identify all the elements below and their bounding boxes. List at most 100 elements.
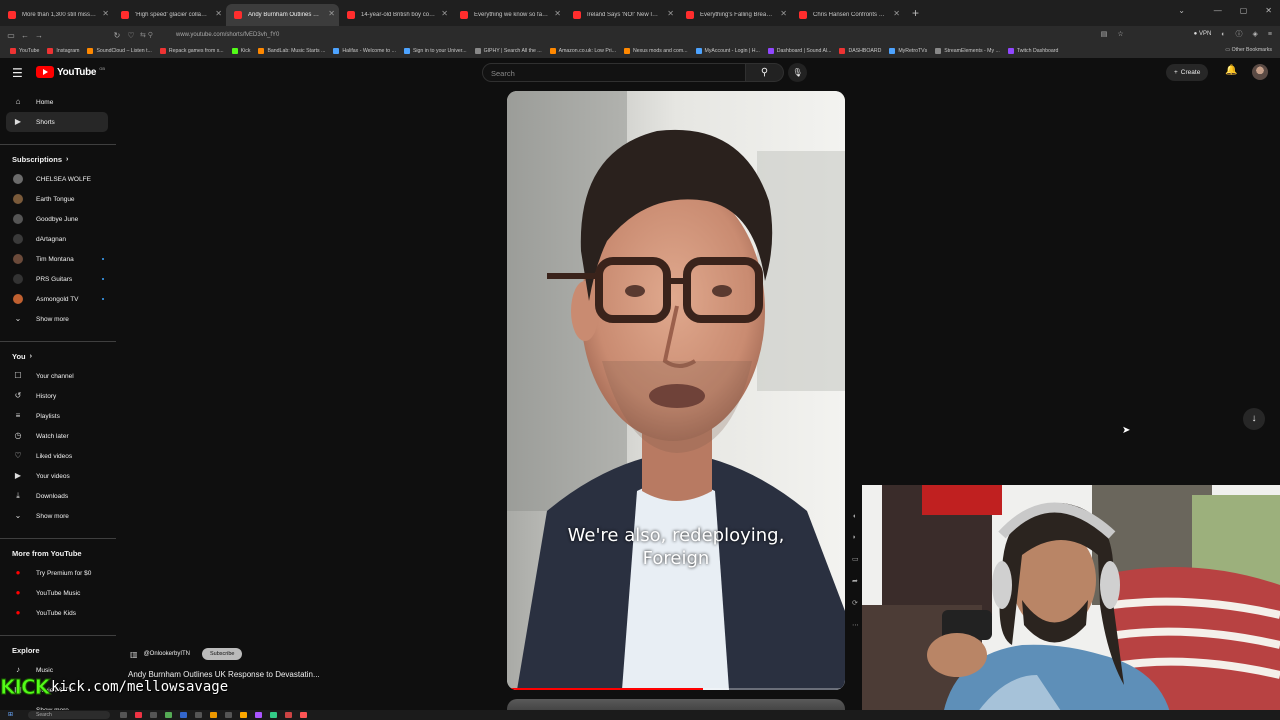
maximize-icon[interactable]: ▢ — [1240, 6, 1248, 15]
bookmark-item[interactable]: Dashboard | Sound Al... — [767, 48, 831, 54]
reader-icon[interactable]: ▤ — [1101, 30, 1108, 38]
star-icon[interactable]: ☆ — [1117, 30, 1123, 38]
browser-tab[interactable]: Everything we know so far abo... ✕ — [452, 4, 565, 26]
show-more-you[interactable]: ⌄ Show more — [6, 506, 108, 526]
close-tab-icon[interactable]: ✕ — [215, 9, 222, 18]
create-button[interactable]: + Create — [1166, 64, 1209, 81]
bookmark-item[interactable]: Instagram — [47, 48, 79, 54]
sidebar-subscription-item[interactable]: CHELSEA WOLFE — [6, 169, 108, 189]
close-tab-icon[interactable]: ✕ — [554, 9, 561, 18]
browser-tab[interactable]: Everything's Falling Breakdown ✕ — [678, 4, 791, 26]
you-heading[interactable]: You › — [0, 346, 118, 366]
browser-tab[interactable]: More than 1,300 still missing af... ✕ — [0, 4, 113, 26]
sidebar-item[interactable]: ● Try Premium for $0 — [6, 563, 108, 583]
close-tab-icon[interactable]: ✕ — [441, 9, 448, 18]
sidebar-item-shorts[interactable]: ▶ Shorts — [6, 112, 108, 132]
bookmark-item[interactable]: DASHBOARD — [839, 48, 881, 54]
sidebar-item[interactable]: ↺ History — [6, 386, 108, 406]
forward-icon[interactable]: → — [32, 31, 46, 40]
bookmark-item[interactable]: Halifax - Welcome to ... — [333, 48, 396, 54]
bookmark-item[interactable]: BandLab: Music Starts ... — [258, 48, 325, 54]
notifications-bell-icon[interactable]: 🔔 — [1225, 65, 1237, 76]
taskbar-app-icon[interactable] — [225, 712, 232, 718]
short-video-player[interactable]: We're also, redeploying, Foreign — [507, 91, 845, 690]
sidebar-subscription-item[interactable]: PRS Guitars — [6, 269, 108, 289]
taskbar-app-icon[interactable] — [195, 712, 202, 718]
close-tab-icon[interactable]: ✕ — [102, 9, 109, 18]
tab-list-icon[interactable]: ⌄ — [1178, 6, 1185, 15]
taskbar-app-icon[interactable] — [135, 712, 142, 718]
sidebar-subscription-item[interactable]: Goodbye June — [6, 209, 108, 229]
browser-tab[interactable]: Chris Hansen Confronts EDP44... ✕ — [791, 4, 904, 26]
sidebar-item[interactable]: ☐ Your channel — [6, 366, 108, 386]
close-tab-icon[interactable]: ✕ — [893, 9, 900, 18]
sidebar-item[interactable]: ⤓ Downloads — [6, 486, 108, 506]
taskbar-app-icon[interactable] — [120, 712, 127, 718]
bookmark-item[interactable]: StreamElements - My ... — [935, 48, 1000, 54]
channel-handle[interactable]: @OnlookerbyITN — [144, 651, 190, 657]
back-icon[interactable]: ← — [18, 31, 32, 40]
bookmark-item[interactable]: Kick — [231, 48, 250, 54]
url-field[interactable]: ⇆ ⚲ www.youtube.com/shorts/fvED3vh_fY0 — [134, 28, 1084, 42]
sidebar-subscription-item[interactable]: dArtagnan — [6, 229, 108, 249]
other-bookmarks[interactable]: ▭ Other Bookmarks — [1225, 47, 1272, 53]
bookmark-item[interactable]: Nexus mods and com... — [624, 48, 688, 54]
taskbar-app-icon[interactable] — [255, 712, 262, 718]
search-button[interactable]: ⚲ — [746, 63, 784, 82]
bookmark-item[interactable]: YouTube — [10, 48, 39, 54]
bookmark-item[interactable]: GIPHY | Search All the ... — [474, 48, 542, 54]
subscribe-button[interactable]: Subscribe — [202, 648, 243, 660]
taskbar-app-icon[interactable] — [180, 712, 187, 718]
youtube-logo[interactable]: YouTube GB — [36, 66, 105, 78]
bookmark-item[interactable]: SoundCloud – Listen t... — [87, 48, 152, 54]
next-short-arrow-icon[interactable]: ↓ — [1243, 408, 1265, 430]
taskbar-app-icon[interactable] — [300, 712, 307, 718]
start-icon[interactable]: ⊞ — [8, 711, 13, 718]
video-progress-bar[interactable] — [507, 688, 845, 690]
browser-tab[interactable]: 'High speed' glacier collapse co... ✕ — [113, 4, 226, 26]
channel-avatar-icon[interactable]: ▥ — [130, 650, 138, 659]
sidebar-subscription-item[interactable]: Earth Tongue — [6, 189, 108, 209]
sidebar-item[interactable]: ▶ Your videos — [6, 466, 108, 486]
bookmark-item[interactable]: Repack games from x... — [159, 48, 224, 54]
close-tab-icon[interactable]: ✕ — [667, 9, 674, 18]
close-window-icon[interactable]: ✕ — [1265, 6, 1272, 15]
taskbar-app-icon[interactable] — [270, 712, 277, 718]
close-tab-icon[interactable]: ✕ — [328, 9, 335, 18]
voice-search-icon[interactable]: 🎙 — [788, 63, 807, 82]
sidebar-subscription-item[interactable]: Tim Montana — [6, 249, 108, 269]
search-input[interactable]: Search — [482, 63, 746, 82]
vpn-button[interactable]: ● VPN — [1194, 31, 1212, 37]
bookmark-item[interactable]: MyAccount - Login | H... — [695, 48, 760, 54]
bookmark-item[interactable]: Amazon.co.uk: Low Pri... — [549, 48, 616, 54]
sidebar-subscription-item[interactable]: Asmongold TV — [6, 289, 108, 309]
browser-tab[interactable]: 14-year-old British boy confir... ✕ — [339, 4, 452, 26]
browser-tab[interactable]: Andy Burnham Outlines UK Re... ✕ — [226, 4, 339, 26]
extensions-icon[interactable]: ◈ — [1253, 30, 1258, 38]
menu-icon[interactable]: ≡ — [1268, 31, 1272, 38]
guide-menu-icon[interactable]: ☰ — [12, 66, 23, 80]
taskbar-app-icon[interactable] — [240, 712, 247, 718]
account-avatar[interactable] — [1252, 64, 1268, 80]
taskbar-app-icon[interactable] — [165, 712, 172, 718]
new-tab-button[interactable]: + — [912, 6, 919, 20]
wallet-icon[interactable]: ◐ — [1221, 31, 1225, 38]
site-info-icon[interactable]: ⇆ ⚲ — [140, 31, 153, 39]
sidebar-item[interactable]: ♡ Liked videos — [6, 446, 108, 466]
sidebar-item[interactable]: ≡ Playlists — [6, 406, 108, 426]
minimize-icon[interactable]: — — [1214, 6, 1222, 15]
sidebar-item-home[interactable]: ⌂ Home — [6, 92, 108, 112]
taskbar-search[interactable]: Search — [28, 711, 110, 719]
reload-icon[interactable]: ↻ — [110, 31, 124, 40]
sidebar-item[interactable]: ● YouTube Music — [6, 583, 108, 603]
browser-tab[interactable]: Ireland Says 'NO!' New IRA To I... ✕ — [565, 4, 678, 26]
show-more-subscriptions[interactable]: ⌄ Show more — [6, 309, 108, 329]
close-tab-icon[interactable]: ✕ — [780, 9, 787, 18]
subscriptions-heading[interactable]: Subscriptions › — [0, 149, 118, 169]
sidebar-item[interactable]: ◷ Watch later — [6, 426, 108, 446]
sidebar-item[interactable]: ● YouTube Kids — [6, 603, 108, 623]
taskbar-app-icon[interactable] — [150, 712, 157, 718]
sidebar-toggle-icon[interactable]: ▭ — [4, 31, 18, 40]
bookmark-item[interactable]: Sign in to your Univer... — [403, 48, 467, 54]
taskbar-app-icon[interactable] — [210, 712, 217, 718]
